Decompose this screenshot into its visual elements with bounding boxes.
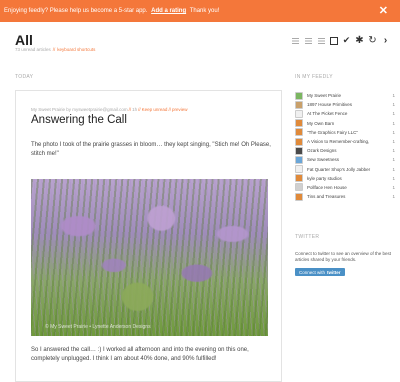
feed-item[interactable]: "The Graphics Fairy LLC" 1 — [295, 128, 395, 137]
feed-unread-count: 1 — [392, 102, 395, 108]
preview-link[interactable]: preview — [172, 107, 188, 112]
feed-favicon-icon — [295, 183, 303, 192]
photo-watermark: © My Sweet Prairie • Lynette Anderson De… — [45, 324, 151, 330]
feed-list: My Sweet Prairie 1 1897 House Primitives 1 A… — [295, 91, 395, 201]
feed-favicon-icon — [295, 137, 303, 146]
article-intro: The photo I took of the prairie grasses … — [31, 142, 271, 157]
page-subtitle: 73 unread articles//keyboard shortcuts — [15, 47, 96, 52]
mark-as-read-icon[interactable]: ✔ — [342, 35, 351, 45]
feed-unread-count: 1 — [392, 157, 395, 163]
feed-item[interactable]: Tins and Treasures 1 — [295, 192, 395, 201]
article-photo: © My Sweet Prairie • Lynette Anderson De… — [31, 179, 268, 336]
titles-view-icon[interactable] — [291, 36, 300, 45]
settings-icon[interactable]: ✱ — [355, 35, 364, 46]
banner-text: Enjoying feedly? Please help us become a… — [4, 8, 148, 14]
feed-name: My Sweet Prairie — [307, 93, 342, 99]
feed-name: Fat Quarter Shop's Jolly Jabber — [307, 166, 371, 172]
feed-favicon-icon — [295, 165, 303, 174]
feed-item[interactable]: At The Picket Fence 1 — [295, 109, 395, 118]
feed-unread-count: 1 — [392, 194, 395, 200]
feed-name: At The Picket Fence — [307, 111, 348, 117]
my-feedly-label: IN MY FEEDLY — [295, 74, 333, 80]
feed-favicon-icon — [295, 174, 303, 183]
twitter-label: TWITTER — [295, 234, 320, 240]
feed-favicon-icon — [295, 109, 303, 118]
feed-name: "The Graphics Fairy LLC" — [307, 129, 358, 135]
feed-item[interactable]: Ozark Designs 1 — [295, 146, 395, 155]
feed-item[interactable]: Sew Sweetness 1 — [295, 155, 395, 164]
full-article-view-icon[interactable] — [330, 36, 338, 45]
twitter-description: Connect to twitter to see an overview of… — [295, 251, 392, 262]
feed-name: A Vision to Remember-crafting, — [307, 139, 370, 145]
twitter-brand: twitter — [327, 269, 341, 275]
rating-banner: Enjoying feedly? Please help us become a… — [0, 0, 400, 22]
feed-unread-count: 1 — [392, 184, 395, 190]
feed-unread-count: 1 — [392, 129, 395, 135]
connect-label: Connect with — [299, 269, 326, 275]
feed-favicon-icon — [295, 146, 303, 155]
feed-item[interactable]: kyle party studios 1 — [295, 174, 395, 183]
feed-item[interactable]: Pollface Hen House 1 — [295, 183, 395, 192]
article-outro: So I answered the call… :) I worked all … — [31, 347, 249, 362]
banner-message: Enjoying feedly? Please help us become a… — [4, 8, 219, 14]
feed-item[interactable]: My Own Barn 1 — [295, 119, 395, 128]
feed-unread-count: 1 — [392, 166, 395, 172]
article-title[interactable]: Answering the Call — [31, 114, 127, 126]
feed-item[interactable]: Fat Quarter Shop's Jolly Jabber 1 — [295, 165, 395, 174]
list-view-icon[interactable] — [304, 36, 313, 45]
feed-favicon-icon — [295, 100, 303, 109]
feed-unread-count: 1 — [392, 139, 395, 145]
feed-unread-count: 1 — [392, 175, 395, 181]
feed-unread-count: 1 — [392, 93, 395, 99]
feed-name: 1897 House Primitives — [307, 102, 353, 108]
keyboard-shortcuts-link[interactable]: keyboard shortcuts — [57, 47, 95, 52]
feed-name: Pollface Hen House — [307, 184, 347, 190]
close-icon[interactable]: ✕ — [379, 4, 388, 17]
add-rating-link[interactable]: Add a rating — [151, 8, 186, 14]
page-title: All — [15, 32, 33, 48]
feed-unread-count: 1 — [392, 120, 395, 126]
article-meta: My Sweet Prairie by mysweetprairie@gmail… — [31, 107, 188, 112]
feed-favicon-icon — [295, 91, 303, 100]
feed-unread-count: 1 — [392, 111, 395, 117]
today-label: TODAY — [15, 74, 34, 80]
connect-twitter-button[interactable]: Connect with twitter — [295, 268, 345, 276]
feed-item[interactable]: 1897 House Primitives 1 — [295, 100, 395, 109]
article-card: My Sweet Prairie by mysweetprairie@gmail… — [15, 90, 282, 382]
feed-favicon-icon — [295, 128, 303, 137]
feed-name: Tins and Treasures — [307, 194, 346, 200]
feed-name: Sew Sweetness — [307, 157, 340, 163]
article-source[interactable]: My Sweet Prairie by mysweetprairie@gmail… — [31, 107, 128, 112]
toolbar: ✔ ✱ ↻ › — [291, 35, 390, 46]
feed-item[interactable]: My Sweet Prairie 1 — [295, 91, 395, 100]
feed-favicon-icon — [295, 192, 303, 201]
next-icon[interactable]: › — [381, 35, 390, 46]
article-age: 1h — [132, 107, 138, 112]
feed-name: kyle party studios — [307, 175, 342, 181]
feed-favicon-icon — [295, 119, 303, 128]
feed-name: My Own Barn — [307, 120, 335, 126]
unread-count: 73 unread articles — [15, 47, 51, 52]
feed-favicon-icon — [295, 155, 303, 164]
feed-name: Ozark Designs — [307, 148, 337, 154]
refresh-icon[interactable]: ↻ — [368, 35, 377, 46]
feed-item[interactable]: A Vision to Remember-crafting, 1 — [295, 137, 395, 146]
keep-unread-link[interactable]: Keep unread — [142, 107, 168, 112]
banner-thanks: Thank you! — [189, 8, 220, 14]
magazine-view-icon[interactable] — [317, 36, 326, 45]
feed-unread-count: 1 — [392, 148, 395, 154]
